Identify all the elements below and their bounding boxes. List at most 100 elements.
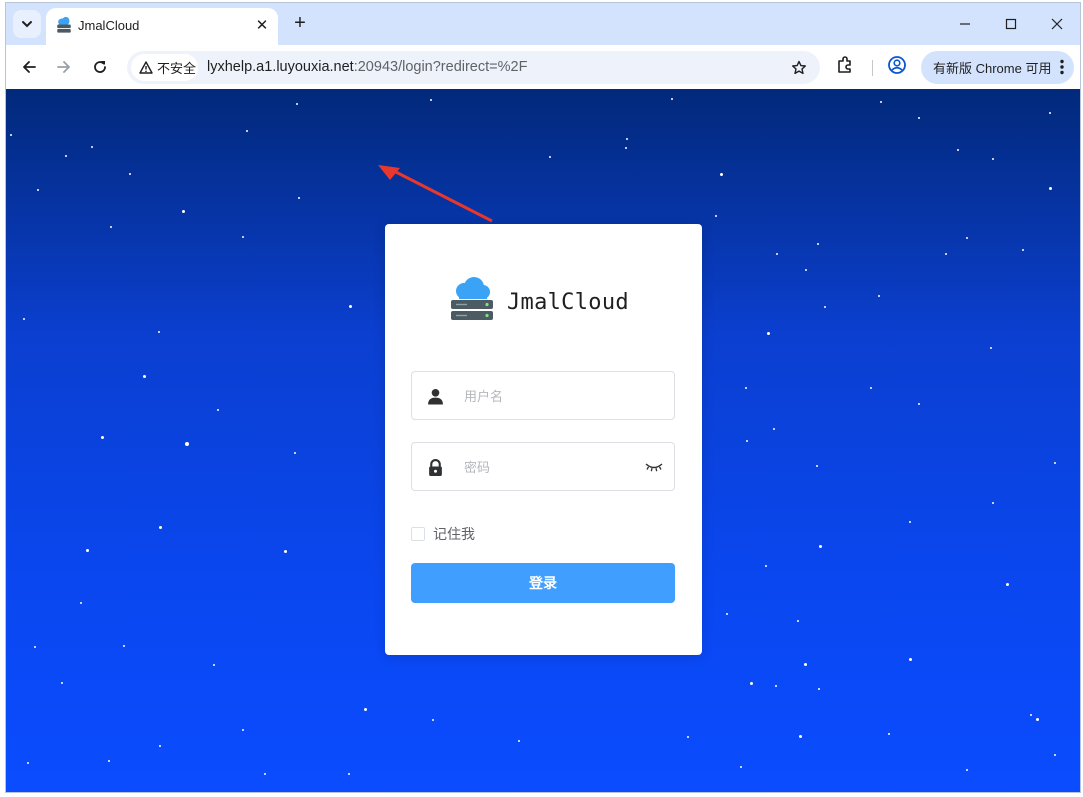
url-text[interactable]: lyxhelp.a1.luyouxia.net:20943/login?redi… bbox=[207, 59, 527, 75]
star-dot bbox=[1054, 754, 1056, 756]
star-dot bbox=[110, 226, 112, 228]
star-dot bbox=[625, 147, 627, 149]
user-icon bbox=[428, 388, 443, 405]
cloud-server-logo-icon bbox=[451, 277, 493, 320]
remember-me[interactable]: 记住我 bbox=[411, 524, 475, 544]
url-host: lyxhelp.a1.luyouxia.net bbox=[207, 59, 354, 75]
username-input[interactable] bbox=[464, 384, 634, 408]
star-dot bbox=[284, 550, 287, 553]
star-dot bbox=[349, 305, 352, 308]
star-dot bbox=[804, 663, 807, 666]
star-dot bbox=[80, 602, 82, 604]
star-dot bbox=[217, 409, 219, 411]
star-dot bbox=[1022, 249, 1024, 251]
browser-toolbar: 不安全 lyxhelp.a1.luyouxia.net:20943/login?… bbox=[6, 45, 1080, 89]
remember-me-label[interactable]: 记住我 bbox=[433, 524, 475, 544]
back-arrow-icon bbox=[23, 61, 36, 73]
star-dot bbox=[518, 740, 520, 742]
chrome-update-button[interactable]: 有新版 Chrome 可用 bbox=[921, 51, 1074, 84]
star-dot bbox=[740, 766, 742, 768]
star-dot bbox=[159, 526, 162, 529]
star-dot bbox=[966, 237, 968, 239]
star-dot bbox=[819, 545, 822, 548]
star-dot bbox=[432, 719, 434, 721]
star-dot bbox=[1030, 714, 1032, 716]
toolbar-divider bbox=[872, 60, 873, 76]
new-tab-button[interactable]: + bbox=[288, 11, 312, 35]
star-dot bbox=[549, 156, 551, 158]
star-dot bbox=[264, 773, 266, 775]
tab-strip: JmalCloud ✕ + bbox=[6, 3, 1080, 45]
star-dot bbox=[296, 103, 298, 105]
back-button[interactable] bbox=[14, 52, 44, 82]
address-bar[interactable]: 不安全 lyxhelp.a1.luyouxia.net:20943/login?… bbox=[127, 51, 820, 84]
annotation-arrow bbox=[378, 165, 493, 223]
profile-button[interactable] bbox=[887, 55, 911, 79]
remember-me-checkbox[interactable] bbox=[411, 527, 425, 541]
star-dot bbox=[129, 173, 131, 175]
star-dot bbox=[726, 613, 728, 615]
bookmark-button[interactable] bbox=[788, 57, 810, 79]
maximize-button[interactable] bbox=[988, 9, 1034, 39]
star-dot bbox=[687, 736, 689, 738]
star-dot bbox=[715, 215, 717, 217]
extensions-button[interactable] bbox=[835, 55, 859, 79]
star-dot bbox=[246, 130, 248, 132]
star-dot bbox=[430, 99, 432, 101]
star-dot bbox=[671, 98, 673, 100]
tab-search-button[interactable] bbox=[13, 10, 41, 38]
star-dot bbox=[878, 295, 880, 297]
security-label: 不安全 bbox=[157, 61, 197, 76]
star-dot bbox=[108, 760, 110, 762]
star-dot bbox=[364, 708, 367, 711]
star-dot bbox=[242, 729, 244, 731]
star-dot bbox=[34, 646, 36, 648]
star-dot bbox=[909, 658, 912, 661]
login-button[interactable]: 登录 bbox=[411, 563, 675, 603]
star-dot bbox=[799, 735, 802, 738]
star-dot bbox=[158, 331, 160, 333]
star-dot bbox=[1036, 718, 1039, 721]
star-dot bbox=[185, 442, 189, 446]
star-dot bbox=[816, 465, 818, 467]
star-dot bbox=[765, 565, 767, 567]
star-dot bbox=[797, 620, 799, 622]
star-dot bbox=[805, 269, 807, 271]
star-dot bbox=[91, 146, 93, 148]
star-dot bbox=[720, 173, 723, 176]
security-indicator[interactable]: 不安全 bbox=[131, 54, 198, 81]
star-icon bbox=[792, 60, 806, 75]
tab-title: JmalCloud bbox=[78, 18, 140, 33]
minimize-icon bbox=[960, 23, 970, 25]
password-field[interactable] bbox=[411, 442, 675, 491]
tab-active[interactable]: JmalCloud ✕ bbox=[46, 8, 278, 45]
url-path: :20943/login?redirect=%2F bbox=[353, 59, 528, 75]
star-dot bbox=[888, 733, 890, 735]
star-dot bbox=[957, 149, 959, 151]
maximize-icon bbox=[1005, 18, 1017, 30]
star-dot bbox=[918, 117, 920, 119]
star-dot bbox=[626, 138, 628, 140]
star-dot bbox=[746, 440, 748, 442]
reload-button[interactable] bbox=[85, 52, 115, 82]
star-dot bbox=[101, 436, 104, 439]
star-dot bbox=[767, 332, 770, 335]
star-dot bbox=[775, 685, 777, 687]
star-dot bbox=[23, 318, 25, 320]
close-window-button[interactable] bbox=[1034, 9, 1080, 39]
page-content: JmalCloud 记住我 登录 bbox=[6, 89, 1080, 792]
star-dot bbox=[61, 682, 63, 684]
password-input[interactable] bbox=[464, 455, 634, 479]
username-field[interactable] bbox=[411, 371, 675, 420]
star-dot bbox=[1049, 112, 1051, 114]
eye-closed-icon[interactable] bbox=[645, 461, 663, 473]
lock-icon bbox=[429, 459, 442, 476]
warning-icon bbox=[139, 61, 153, 74]
star-dot bbox=[966, 769, 968, 771]
tab-close-button[interactable]: ✕ bbox=[252, 15, 272, 35]
star-dot bbox=[773, 428, 775, 430]
minimize-button[interactable] bbox=[942, 9, 988, 39]
star-dot bbox=[776, 253, 778, 255]
forward-button[interactable] bbox=[49, 52, 79, 82]
extensions-icon bbox=[838, 56, 851, 73]
